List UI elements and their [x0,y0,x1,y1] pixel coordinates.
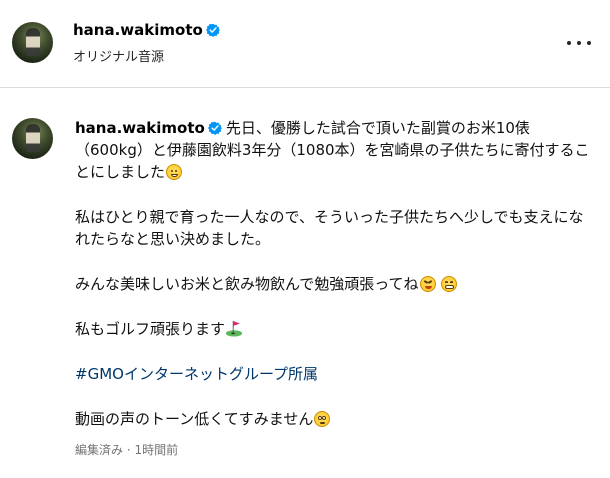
post-header: hana.wakimoto オリジナル音源 [0,0,610,87]
header-username-text[interactable]: hana.wakimoto [73,21,203,39]
golf-flag-emoji [225,320,243,337]
header-username[interactable]: hana.wakimoto [73,21,220,39]
caption-username[interactable]: hana.wakimoto [75,119,222,137]
grinning-face-emoji [441,276,458,292]
caption-text-4: 私もゴルフ頑張ります [75,320,226,338]
meta-separator: · [126,443,131,457]
caption-meta: 編集済み · 1時間前 [75,441,178,458]
eye-roll-face-emoji [314,411,331,427]
audio-source-link[interactable]: オリジナル音源 [73,46,164,65]
edited-label: 編集済み [75,443,124,457]
caption-paragraph-5: 動画の声のトーン低くてすみません [75,408,595,430]
caption-paragraph-2: 私はひとり親で育った一人なので、そういった子供たちへ少しでも支えになれたらなと思… [75,208,584,248]
profile-avatar[interactable] [12,22,53,63]
header-divider [0,87,610,88]
smiling-face-emoji [166,164,183,180]
caption-body: hana.wakimoto 先日、優勝した試合で頂いた副賞のお米10俵（600kg… [75,117,595,430]
caption-paragraph-3: みんな美味しいお米と飲み物飲んで勉強頑張ってね [75,273,595,295]
caption-text-3: みんな美味しいお米と飲み物飲んで勉強頑張ってね [75,275,419,293]
caption-username-text[interactable]: hana.wakimoto [75,119,205,137]
verified-badge-icon [205,23,220,37]
caption-text-5: 動画の声のトーン低くてすみません [75,410,314,428]
caption-paragraph-4: 私もゴルフ頑張ります [75,318,595,340]
more-options-icon[interactable] [567,37,591,49]
timestamp[interactable]: 1時間前 [135,443,179,457]
hashtag-link[interactable]: #GMOインターネットグループ所属 [75,363,595,385]
verified-badge-icon [207,121,222,135]
caption-paragraph-1: hana.wakimoto 先日、優勝した試合で頂いた副賞のお米10俵（600kg… [75,117,595,183]
squinting-face-emoji [419,276,436,292]
caption-avatar[interactable] [12,118,53,159]
